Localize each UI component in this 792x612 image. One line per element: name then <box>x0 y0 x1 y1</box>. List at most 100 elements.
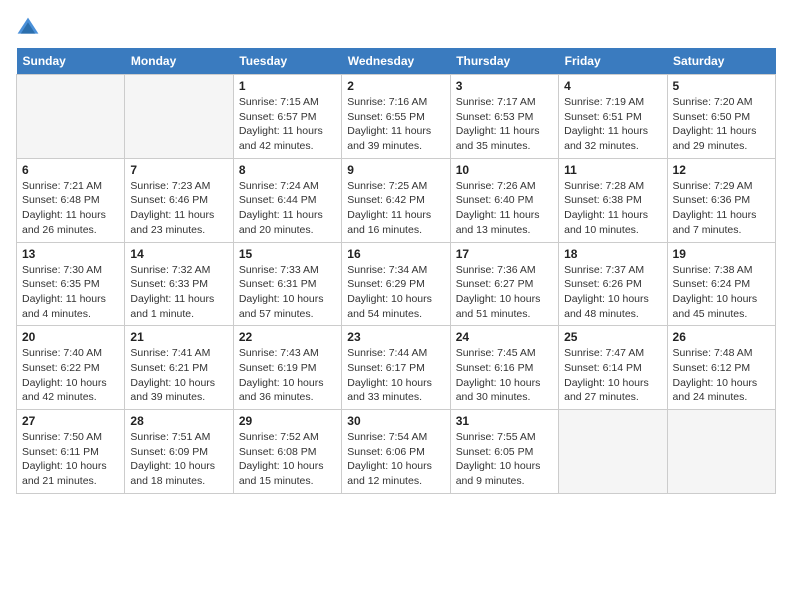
day-number: 11 <box>564 163 661 177</box>
day-number: 5 <box>673 79 770 93</box>
day-number: 12 <box>673 163 770 177</box>
day-header-thursday: Thursday <box>450 48 558 75</box>
calendar-cell: 12 Sunrise: 7:29 AM Sunset: 6:36 PM Dayli… <box>667 158 775 242</box>
calendar-cell: 20 Sunrise: 7:40 AM Sunset: 6:22 PM Dayli… <box>17 326 125 410</box>
day-info: Sunrise: 7:45 AM Sunset: 6:16 PM Dayligh… <box>456 346 553 405</box>
day-header-saturday: Saturday <box>667 48 775 75</box>
day-number: 31 <box>456 414 553 428</box>
day-number: 14 <box>130 247 227 261</box>
day-info: Sunrise: 7:37 AM Sunset: 6:26 PM Dayligh… <box>564 263 661 322</box>
day-number: 1 <box>239 79 336 93</box>
calendar-cell <box>125 75 233 159</box>
calendar-cell: 6 Sunrise: 7:21 AM Sunset: 6:48 PM Daylig… <box>17 158 125 242</box>
day-info: Sunrise: 7:17 AM Sunset: 6:53 PM Dayligh… <box>456 95 553 154</box>
day-info: Sunrise: 7:54 AM Sunset: 6:06 PM Dayligh… <box>347 430 444 489</box>
calendar-cell: 24 Sunrise: 7:45 AM Sunset: 6:16 PM Dayli… <box>450 326 558 410</box>
day-info: Sunrise: 7:47 AM Sunset: 6:14 PM Dayligh… <box>564 346 661 405</box>
day-number: 29 <box>239 414 336 428</box>
day-number: 7 <box>130 163 227 177</box>
day-number: 2 <box>347 79 444 93</box>
day-number: 26 <box>673 330 770 344</box>
calendar-cell: 21 Sunrise: 7:41 AM Sunset: 6:21 PM Dayli… <box>125 326 233 410</box>
day-info: Sunrise: 7:21 AM Sunset: 6:48 PM Dayligh… <box>22 179 119 238</box>
day-header-friday: Friday <box>559 48 667 75</box>
day-number: 21 <box>130 330 227 344</box>
calendar-cell: 15 Sunrise: 7:33 AM Sunset: 6:31 PM Dayli… <box>233 242 341 326</box>
calendar-cell: 10Sunrise: 7:26 AM Sunset: 6:40 PM Dayli… <box>450 158 558 242</box>
calendar-week-2: 6 Sunrise: 7:21 AM Sunset: 6:48 PM Daylig… <box>17 158 776 242</box>
calendar-cell: 3 Sunrise: 7:17 AM Sunset: 6:53 PM Daylig… <box>450 75 558 159</box>
calendar-cell: 27 Sunrise: 7:50 AM Sunset: 6:11 PM Dayli… <box>17 410 125 494</box>
calendar-cell: 31 Sunrise: 7:55 AM Sunset: 6:05 PM Dayli… <box>450 410 558 494</box>
calendar-cell: 17 Sunrise: 7:36 AM Sunset: 6:27 PM Dayli… <box>450 242 558 326</box>
day-header-sunday: Sunday <box>17 48 125 75</box>
calendar-header-row: SundayMondayTuesdayWednesdayThursdayFrid… <box>17 48 776 75</box>
day-info: Sunrise: 7:55 AM Sunset: 6:05 PM Dayligh… <box>456 430 553 489</box>
day-info: Sunrise: 7:43 AM Sunset: 6:19 PM Dayligh… <box>239 346 336 405</box>
calendar-cell: 30 Sunrise: 7:54 AM Sunset: 6:06 PM Dayli… <box>342 410 450 494</box>
day-info: Sunrise: 7:16 AM Sunset: 6:55 PM Dayligh… <box>347 95 444 154</box>
calendar-cell: 9Sunrise: 7:25 AM Sunset: 6:42 PM Daylig… <box>342 158 450 242</box>
day-info: Sunrise: 7:15 AM Sunset: 6:57 PM Dayligh… <box>239 95 336 154</box>
day-number: 17 <box>456 247 553 261</box>
day-number: 30 <box>347 414 444 428</box>
day-number: 25 <box>564 330 661 344</box>
day-number: 23 <box>347 330 444 344</box>
day-info: Sunrise: 7:52 AM Sunset: 6:08 PM Dayligh… <box>239 430 336 489</box>
calendar-cell: 7Sunrise: 7:23 AM Sunset: 6:46 PM Daylig… <box>125 158 233 242</box>
calendar-cell: 19 Sunrise: 7:38 AM Sunset: 6:24 PM Dayli… <box>667 242 775 326</box>
day-number: 19 <box>673 247 770 261</box>
day-number: 22 <box>239 330 336 344</box>
day-info: Sunrise: 7:36 AM Sunset: 6:27 PM Dayligh… <box>456 263 553 322</box>
day-info: Sunrise: 7:34 AM Sunset: 6:29 PM Dayligh… <box>347 263 444 322</box>
calendar-cell <box>17 75 125 159</box>
day-number: 20 <box>22 330 119 344</box>
day-info: Sunrise: 7:25 AM Sunset: 6:42 PM Dayligh… <box>347 179 444 238</box>
page-header <box>16 16 776 40</box>
calendar-cell: 28Sunrise: 7:51 AM Sunset: 6:09 PM Dayli… <box>125 410 233 494</box>
day-info: Sunrise: 7:32 AM Sunset: 6:33 PM Dayligh… <box>130 263 227 322</box>
calendar-week-5: 27 Sunrise: 7:50 AM Sunset: 6:11 PM Dayli… <box>17 410 776 494</box>
logo <box>16 16 44 40</box>
day-number: 4 <box>564 79 661 93</box>
calendar-cell: 25 Sunrise: 7:47 AM Sunset: 6:14 PM Dayli… <box>559 326 667 410</box>
day-info: Sunrise: 7:33 AM Sunset: 6:31 PM Dayligh… <box>239 263 336 322</box>
calendar-cell <box>559 410 667 494</box>
calendar-cell: 1 Sunrise: 7:15 AM Sunset: 6:57 PM Daylig… <box>233 75 341 159</box>
calendar-cell: 22 Sunrise: 7:43 AM Sunset: 6:19 PM Dayli… <box>233 326 341 410</box>
calendar-cell: 2 Sunrise: 7:16 AM Sunset: 6:55 PM Daylig… <box>342 75 450 159</box>
calendar-week-1: 1 Sunrise: 7:15 AM Sunset: 6:57 PM Daylig… <box>17 75 776 159</box>
day-number: 27 <box>22 414 119 428</box>
day-info: Sunrise: 7:30 AM Sunset: 6:35 PM Dayligh… <box>22 263 119 322</box>
calendar-week-3: 13Sunrise: 7:30 AM Sunset: 6:35 PM Dayli… <box>17 242 776 326</box>
day-number: 24 <box>456 330 553 344</box>
day-info: Sunrise: 7:44 AM Sunset: 6:17 PM Dayligh… <box>347 346 444 405</box>
day-info: Sunrise: 7:51 AM Sunset: 6:09 PM Dayligh… <box>130 430 227 489</box>
calendar-cell: 5Sunrise: 7:20 AM Sunset: 6:50 PM Daylig… <box>667 75 775 159</box>
day-info: Sunrise: 7:29 AM Sunset: 6:36 PM Dayligh… <box>673 179 770 238</box>
day-number: 15 <box>239 247 336 261</box>
calendar-cell: 16Sunrise: 7:34 AM Sunset: 6:29 PM Dayli… <box>342 242 450 326</box>
day-number: 18 <box>564 247 661 261</box>
day-info: Sunrise: 7:24 AM Sunset: 6:44 PM Dayligh… <box>239 179 336 238</box>
day-number: 8 <box>239 163 336 177</box>
day-header-wednesday: Wednesday <box>342 48 450 75</box>
day-number: 3 <box>456 79 553 93</box>
day-number: 10 <box>456 163 553 177</box>
day-info: Sunrise: 7:38 AM Sunset: 6:24 PM Dayligh… <box>673 263 770 322</box>
day-info: Sunrise: 7:48 AM Sunset: 6:12 PM Dayligh… <box>673 346 770 405</box>
calendar-cell: 23 Sunrise: 7:44 AM Sunset: 6:17 PM Dayli… <box>342 326 450 410</box>
day-info: Sunrise: 7:40 AM Sunset: 6:22 PM Dayligh… <box>22 346 119 405</box>
day-info: Sunrise: 7:41 AM Sunset: 6:21 PM Dayligh… <box>130 346 227 405</box>
logo-icon <box>16 16 40 40</box>
calendar-cell: 18 Sunrise: 7:37 AM Sunset: 6:26 PM Dayli… <box>559 242 667 326</box>
calendar-week-4: 20 Sunrise: 7:40 AM Sunset: 6:22 PM Dayli… <box>17 326 776 410</box>
calendar-cell: 11Sunrise: 7:28 AM Sunset: 6:38 PM Dayli… <box>559 158 667 242</box>
calendar-cell: 13Sunrise: 7:30 AM Sunset: 6:35 PM Dayli… <box>17 242 125 326</box>
day-info: Sunrise: 7:50 AM Sunset: 6:11 PM Dayligh… <box>22 430 119 489</box>
day-number: 6 <box>22 163 119 177</box>
day-header-tuesday: Tuesday <box>233 48 341 75</box>
day-header-monday: Monday <box>125 48 233 75</box>
calendar-cell: 14 Sunrise: 7:32 AM Sunset: 6:33 PM Dayli… <box>125 242 233 326</box>
day-info: Sunrise: 7:19 AM Sunset: 6:51 PM Dayligh… <box>564 95 661 154</box>
